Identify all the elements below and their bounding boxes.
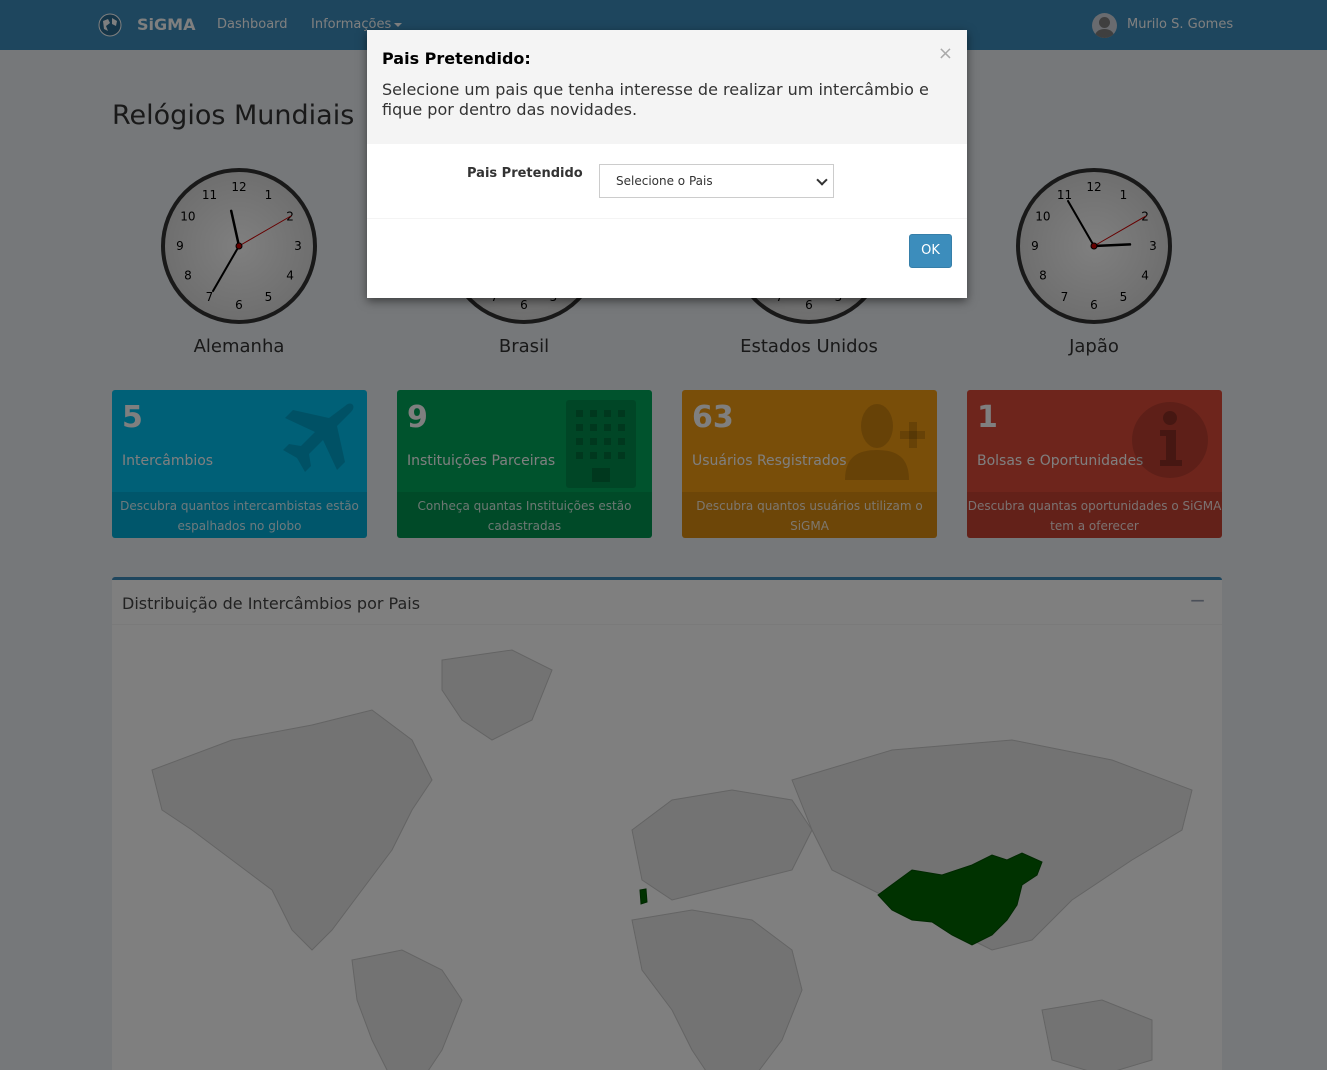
modal-title: Pais Pretendido: xyxy=(382,49,531,68)
modal-header: Pais Pretendido: × Selecione um pais que… xyxy=(367,30,967,144)
close-icon[interactable]: × xyxy=(938,43,953,64)
country-select-value: Selecione o Pais xyxy=(616,174,713,188)
chevron-down-icon xyxy=(816,174,828,186)
ok-button[interactable]: OK xyxy=(909,234,952,268)
country-select[interactable]: Selecione o Pais xyxy=(599,164,834,198)
country-field-label: Pais Pretendido xyxy=(467,166,583,181)
country-modal: Pais Pretendido: × Selecione um pais que… xyxy=(367,30,967,298)
modal-description: Selecione um pais que tenha interesse de… xyxy=(382,80,929,119)
